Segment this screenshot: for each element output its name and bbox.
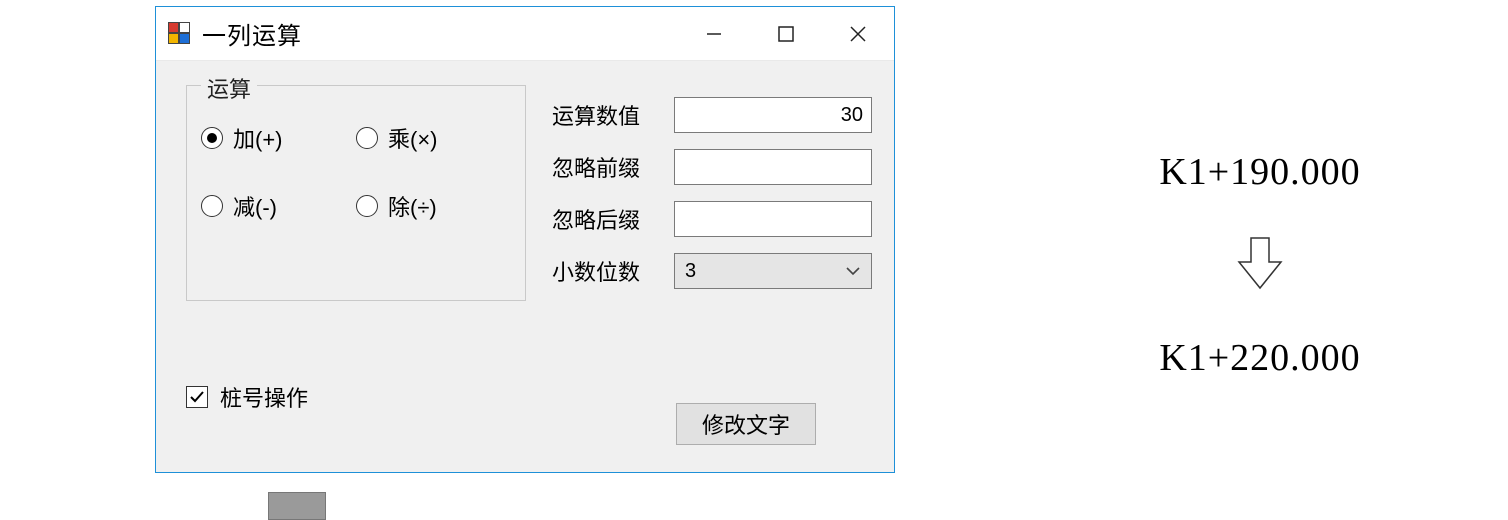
operation-groupbox: 运算 加(+) 乘(×) 减(-) 除(÷) (186, 85, 526, 301)
station-operation-label: 桩号操作 (220, 381, 308, 413)
window-title: 一列运算 (202, 16, 302, 51)
radio-circle-icon (356, 127, 378, 149)
radio-add-label: 加(+) (233, 122, 283, 154)
value-input[interactable]: 30 (674, 97, 872, 133)
decimal-select[interactable]: 3 (674, 253, 872, 289)
radio-add[interactable]: 加(+) (201, 122, 356, 154)
value-label: 运算数值 (552, 99, 660, 131)
ignore-suffix-input[interactable] (674, 201, 872, 237)
app-icon (168, 22, 192, 46)
modify-text-button-label: 修改文字 (702, 408, 790, 440)
value-input-text: 30 (841, 104, 863, 127)
checkbox-box-icon (186, 386, 208, 408)
maximize-button[interactable] (750, 7, 822, 60)
radio-divide[interactable]: 除(÷) (356, 190, 511, 222)
stray-rect (268, 492, 326, 520)
example-before: K1+190.000 (1110, 150, 1410, 196)
dialog-client-area: 运算 加(+) 乘(×) 减(-) 除(÷) (156, 61, 894, 472)
column-arithmetic-dialog: 一列运算 运算 加(+) 乘(×) (155, 6, 895, 473)
example-after: K1+220.000 (1110, 336, 1410, 382)
titlebar: 一列运算 (156, 7, 894, 61)
radio-circle-icon (201, 195, 223, 217)
radio-multiply-label: 乘(×) (388, 122, 438, 154)
radio-subtract-label: 减(-) (233, 190, 277, 222)
decimal-select-value: 3 (685, 260, 696, 283)
station-operation-checkbox[interactable]: 桩号操作 (186, 381, 308, 413)
operation-group-title: 运算 (201, 72, 257, 104)
ignore-prefix-label: 忽略前缀 (552, 151, 660, 183)
down-arrow-icon (1235, 232, 1285, 292)
radio-multiply[interactable]: 乘(×) (356, 122, 511, 154)
chevron-down-icon (845, 263, 861, 279)
close-button[interactable] (822, 7, 894, 60)
radio-subtract[interactable]: 减(-) (201, 190, 356, 222)
radio-circle-icon (356, 195, 378, 217)
radio-divide-label: 除(÷) (388, 190, 437, 222)
checkmark-icon (189, 389, 205, 405)
example-preview: K1+190.000 K1+220.000 (1110, 150, 1410, 381)
ignore-suffix-label: 忽略后缀 (552, 203, 660, 235)
minimize-button[interactable] (678, 7, 750, 60)
radio-circle-icon (201, 127, 223, 149)
fields-column: 运算数值 30 忽略前缀 忽略后缀 小数位数 3 (552, 97, 872, 305)
ignore-prefix-input[interactable] (674, 149, 872, 185)
decimal-label: 小数位数 (552, 255, 660, 287)
modify-text-button[interactable]: 修改文字 (676, 403, 816, 445)
